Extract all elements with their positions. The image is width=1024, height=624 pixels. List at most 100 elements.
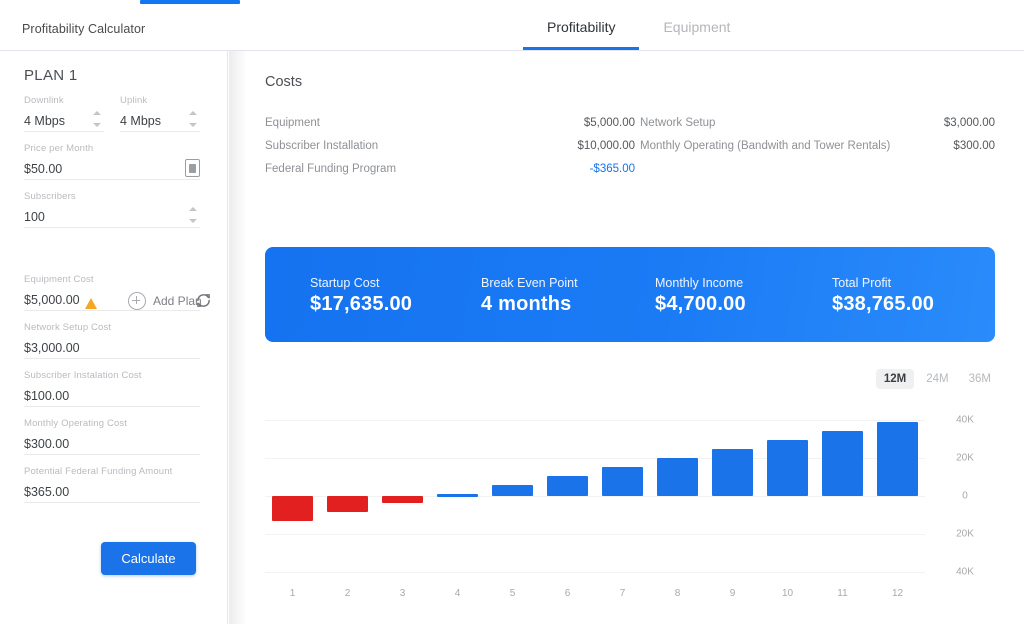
chart-x-tick-label: 12	[891, 588, 904, 599]
chart-bar[interactable]	[547, 475, 588, 496]
chart-y-tick-label: 20K	[956, 528, 974, 540]
field-federal-funding-amount: Potential Federal Funding Amount $365.00	[24, 466, 200, 503]
chart-bar[interactable]	[657, 457, 698, 496]
period-24m[interactable]: 24M	[918, 369, 956, 389]
chart-x-tick-label: 4	[454, 588, 461, 599]
uplink-input[interactable]: 4 Mbps	[120, 114, 161, 131]
chart-y-tick-label: 40K	[956, 566, 974, 578]
field-uplink-label: Uplink	[120, 95, 148, 106]
app-title: Profitability Calculator	[22, 22, 146, 36]
main-content: Costs Equipment $5,000.00 Subscriber Ins…	[229, 51, 1024, 624]
chart-bar[interactable]	[272, 496, 313, 521]
chart-x-tick-label: 7	[619, 588, 626, 599]
federal-funding-amount-input[interactable]: $365.00	[24, 485, 69, 502]
downlink-input[interactable]: 4 Mbps	[24, 114, 65, 131]
chart-x-tick-label: 1	[289, 588, 296, 599]
subscriber-installation-cost-input[interactable]: $100.00	[24, 389, 69, 406]
chart-bar[interactable]	[492, 484, 533, 496]
field-downlink: Downlink 4 Mbps	[24, 95, 104, 132]
tab-equipment[interactable]: Equipment	[639, 4, 754, 50]
chart-bar[interactable]	[382, 496, 423, 503]
chart-x-tick-label: 10	[781, 588, 794, 599]
tab-bar: Profitability Equipment	[523, 4, 754, 50]
equipment-cost-input[interactable]: $5,000.00	[24, 293, 80, 310]
chart-y-tick-label: 0	[962, 490, 968, 502]
summary-break-even-point: Break Even Point 4 months	[481, 275, 578, 317]
chart-x-tick-label: 8	[674, 588, 681, 599]
chart-x-tick-label: 5	[509, 588, 516, 599]
cost-label: Monthly Operating (Bandwith and Tower Re…	[640, 140, 891, 152]
subscribers-stepper[interactable]	[187, 207, 199, 223]
period-36m[interactable]: 36M	[961, 369, 999, 389]
summary-startup-cost: Startup Cost $17,635.00	[310, 275, 412, 317]
chart-bar[interactable]	[602, 466, 643, 496]
chart-bar[interactable]	[877, 421, 918, 496]
calculator-icon[interactable]	[185, 159, 200, 177]
profit-chart: 40K 20K 0 20K 40K 1 2 3 4 5 6 7 8 9 10 11 12	[265, 410, 995, 610]
chart-x-tick-label: 6	[564, 588, 571, 599]
cost-label: Federal Funding Program	[265, 163, 397, 175]
cost-amount: $300.00	[953, 140, 995, 152]
chart-x-tick-label: 9	[729, 588, 736, 599]
profitability-calculator-app: Profitability Calculator Profitability E…	[0, 0, 1024, 624]
cost-row-equipment: Equipment $5,000.00	[265, 117, 635, 129]
subscribers-input[interactable]: 100	[24, 210, 45, 227]
period-12m[interactable]: 12M	[875, 369, 915, 389]
field-uplink: Uplink 4 Mbps	[120, 95, 200, 132]
chart-plot-area	[265, 410, 925, 582]
field-price-per-month: Price per Month $50.00	[24, 143, 200, 180]
summary-label: Startup Cost	[310, 276, 380, 290]
summary-monthly-income: Monthly Income $4,700.00	[655, 275, 746, 317]
summary-banner: Startup Cost $17,635.00 Break Even Point…	[265, 247, 995, 342]
field-monthly-operating-cost-label: Monthly Operating Cost	[24, 418, 128, 429]
chart-y-tick-label: 40K	[956, 414, 974, 426]
chart-bar[interactable]	[327, 496, 368, 512]
app-header: Profitability Calculator Profitability E…	[0, 4, 1024, 51]
field-subscriber-installation-cost: Subscriber Instalation Cost $100.00	[24, 370, 200, 407]
chart-x-tick-label: 11	[837, 588, 848, 599]
cost-amount: $5,000.00	[583, 117, 635, 129]
plan-title: PLAN 1	[24, 67, 78, 84]
downlink-stepper[interactable]	[91, 111, 103, 127]
warning-icon	[84, 298, 97, 309]
cost-row-federal-funding: Federal Funding Program -$365.00	[265, 163, 635, 175]
field-network-setup-cost-label: Network Setup Cost	[24, 322, 112, 333]
price-per-month-input[interactable]: $50.00	[24, 162, 62, 179]
field-equipment-cost-label: Equipment Cost	[24, 274, 94, 285]
uplink-stepper[interactable]	[187, 111, 199, 127]
tab-profitability[interactable]: Profitability	[523, 4, 640, 50]
field-federal-funding-amount-label: Potential Federal Funding Amount	[24, 466, 173, 477]
chart-bar[interactable]	[767, 439, 808, 496]
field-price-per-month-label: Price per Month	[24, 143, 94, 154]
chart-bar[interactable]	[822, 430, 863, 496]
summary-label: Break Even Point	[481, 276, 578, 290]
chart-y-tick-label: 20K	[956, 452, 974, 464]
field-downlink-label: Downlink	[24, 95, 64, 106]
chart-bars	[265, 410, 925, 582]
cost-label: Network Setup	[640, 117, 716, 129]
cost-row-subscriber-installation: Subscriber Installation $10,000.00	[265, 140, 635, 152]
cost-row-network-setup: Network Setup $3,000.00	[640, 117, 995, 129]
network-setup-cost-input[interactable]: $3,000.00	[24, 341, 80, 358]
chart-x-tick-label: 2	[344, 588, 351, 599]
summary-value: 4 months	[481, 293, 572, 315]
cost-amount: -$365.00	[589, 163, 635, 175]
cost-label: Subscriber Installation	[265, 140, 379, 152]
summary-value: $17,635.00	[310, 293, 413, 315]
cost-label: Equipment	[265, 117, 320, 129]
summary-total-profit: Total Profit $38,765.00	[832, 275, 934, 317]
calculate-button[interactable]: Calculate	[101, 542, 196, 575]
summary-value: $38,765.00	[832, 293, 935, 315]
chart-x-tick-label: 3	[399, 588, 406, 599]
costs-heading: Costs	[265, 74, 303, 90]
cost-amount: $10,000.00	[577, 140, 635, 152]
monthly-operating-cost-input[interactable]: $300.00	[24, 437, 69, 454]
summary-label: Total Profit	[832, 276, 892, 290]
summary-value: $4,700.00	[655, 293, 746, 315]
chart-bar[interactable]	[437, 493, 478, 497]
field-monthly-operating-cost: Monthly Operating Cost $300.00	[24, 418, 200, 455]
period-toggle-group: 12M 24M 36M	[875, 369, 999, 389]
chart-bar[interactable]	[712, 448, 753, 496]
refresh-icon[interactable]	[195, 292, 212, 309]
field-subscriber-installation-cost-label: Subscriber Instalation Cost	[24, 370, 142, 381]
